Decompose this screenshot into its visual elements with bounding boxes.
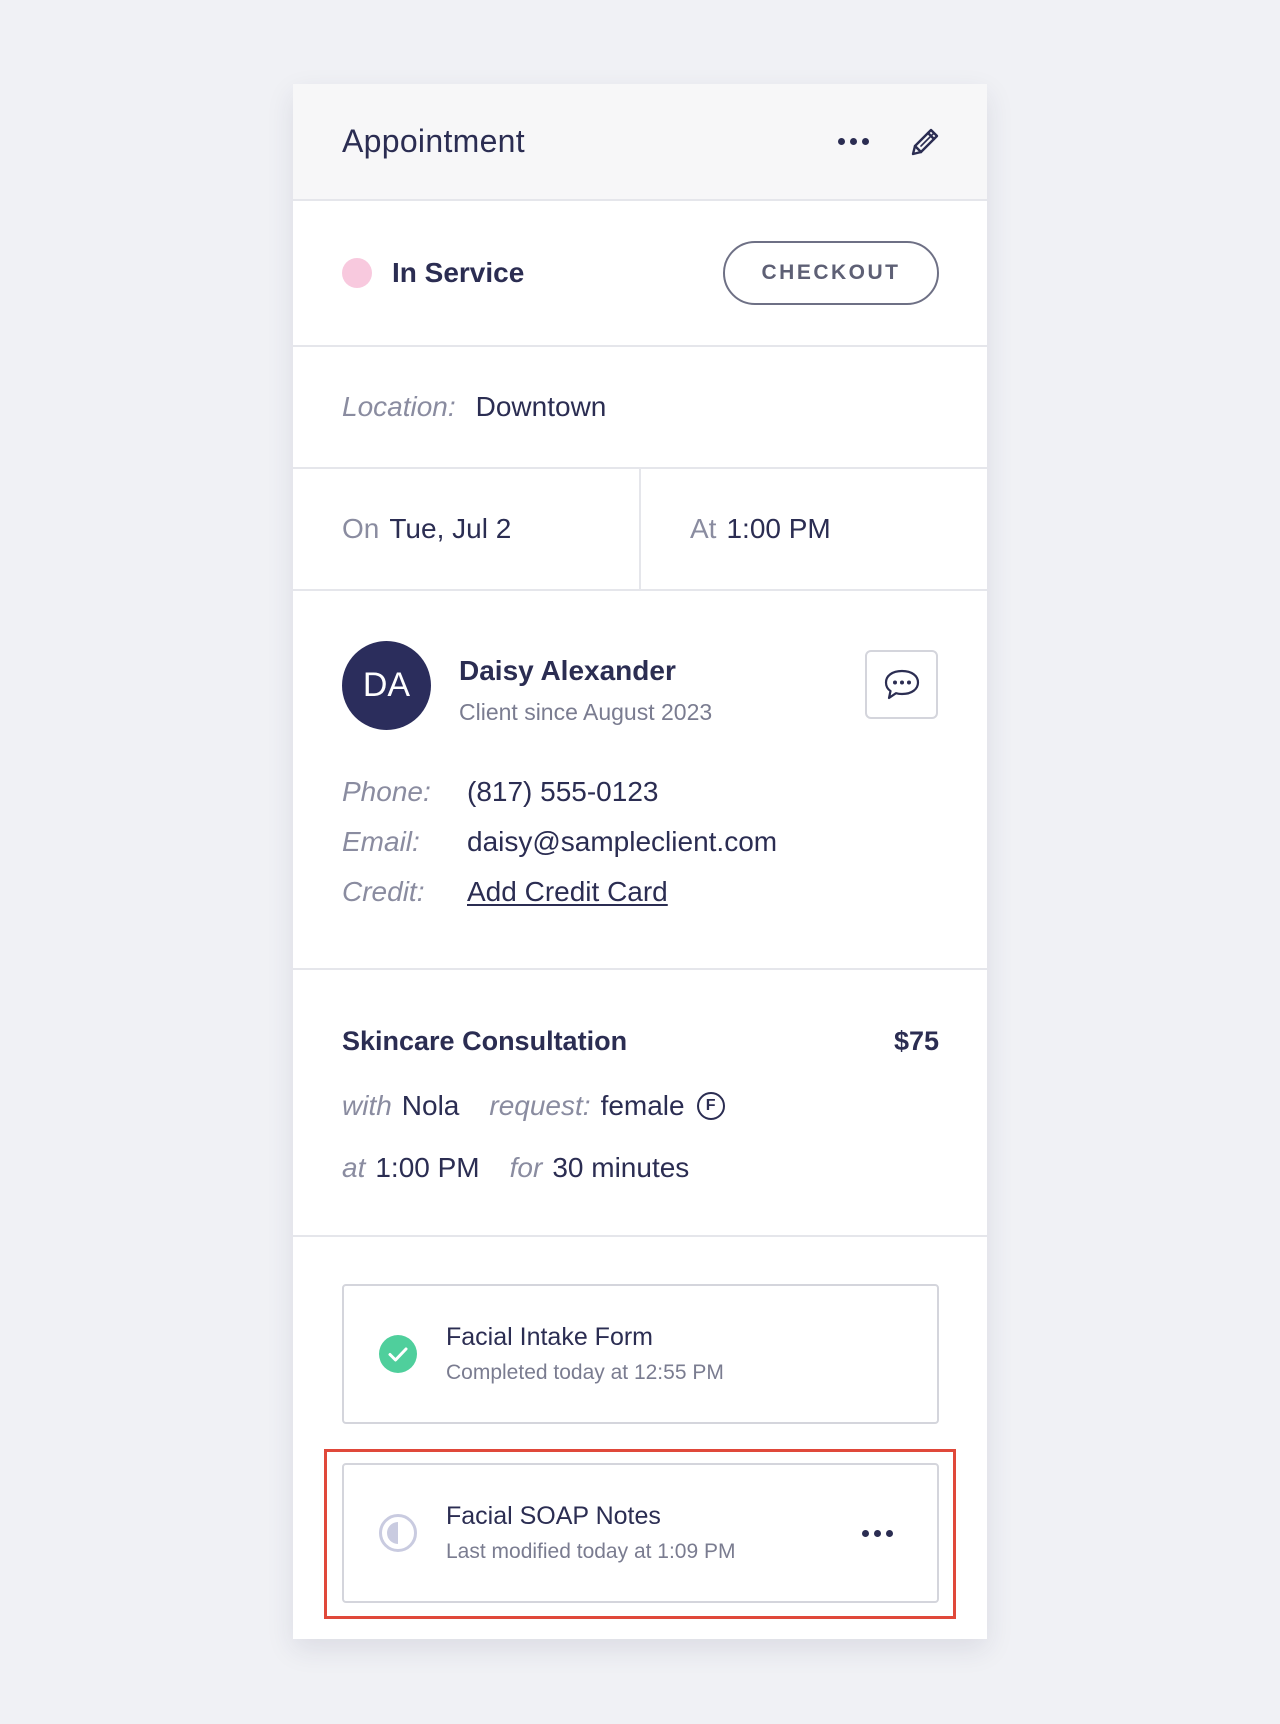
avatar[interactable]: DA — [342, 641, 431, 730]
chat-bubble-icon — [884, 669, 919, 699]
email-row: Email: daisy@sampleclient.com — [342, 826, 777, 858]
client-name[interactable]: Daisy Alexander — [459, 655, 676, 687]
time-cell[interactable]: At 1:00 PM — [639, 469, 987, 589]
provider-name: Nola — [401, 1090, 460, 1121]
appointment-card: Appointment In Service CHECKOUT Location… — [293, 84, 987, 1639]
date-value: Tue, Jul 2 — [389, 513, 512, 544]
form-subtitle: Completed today at 12:55 PM — [446, 1361, 724, 1384]
request-label: request: — [489, 1090, 591, 1121]
time-label: At — [690, 513, 717, 544]
time-value: 1:00 PM — [726, 513, 831, 544]
half-circle-icon — [379, 1514, 417, 1552]
email-value[interactable]: daisy@sampleclient.com — [467, 826, 777, 858]
date-label: On — [342, 513, 380, 544]
status-dot-icon — [342, 258, 372, 288]
form-more-options-button[interactable] — [857, 1513, 897, 1553]
location-label: Location: — [342, 391, 456, 422]
more-dots-icon — [837, 138, 869, 145]
check-circle-icon — [379, 1335, 417, 1373]
page-title: Appointment — [342, 123, 525, 159]
service-at-label: at — [342, 1152, 366, 1183]
more-options-button[interactable] — [833, 122, 873, 162]
service-time: 1:00 PM — [375, 1152, 480, 1183]
service-name: Skincare Consultation — [342, 1026, 628, 1056]
client-section: DA Daisy Alexander Client since August 2… — [293, 591, 987, 970]
service-time-line: at 1:00 PM for 30 minutes — [342, 1152, 689, 1184]
service-provider-line: with Nola request: female F — [342, 1090, 725, 1122]
service-section: Skincare Consultation $75 with Nola requ… — [293, 970, 987, 1237]
service-duration: 30 minutes — [552, 1152, 690, 1183]
message-button[interactable] — [865, 650, 938, 719]
appointment-header: Appointment — [293, 84, 987, 201]
checkout-button[interactable]: CHECKOUT — [723, 241, 939, 305]
form-subtitle: Last modified today at 1:09 PM — [446, 1540, 736, 1563]
status-label: In Service — [392, 257, 525, 288]
form-title: Facial SOAP Notes — [446, 1502, 661, 1530]
location-value: Downtown — [475, 391, 607, 422]
intake-form-item[interactable]: Facial Intake Form Completed today at 12… — [342, 1284, 939, 1424]
datetime-row: On Tue, Jul 2 At 1:00 PM — [293, 469, 987, 591]
credit-label: Credit: — [342, 876, 425, 907]
form-title: Facial Intake Form — [446, 1323, 654, 1351]
client-since: Client since August 2023 — [459, 699, 713, 725]
phone-row: Phone: (817) 555-0123 — [342, 776, 658, 808]
edit-button[interactable] — [905, 122, 945, 162]
pencil-icon — [911, 128, 939, 155]
email-label: Email: — [342, 826, 420, 857]
date-cell[interactable]: On Tue, Jul 2 — [293, 469, 639, 589]
phone-label: Phone: — [342, 776, 431, 807]
add-credit-card-link[interactable]: Add Credit Card — [467, 876, 668, 908]
duration-label: for — [509, 1152, 543, 1183]
request-value: female — [600, 1090, 685, 1121]
status-row: In Service CHECKOUT — [293, 201, 987, 347]
female-badge-icon: F — [696, 1092, 725, 1120]
service-price: $75 — [893, 1026, 939, 1056]
more-dots-icon — [861, 1529, 893, 1537]
soap-notes-item[interactable]: Facial SOAP Notes Last modified today at… — [342, 1463, 939, 1603]
location-row: Location: Downtown — [293, 347, 987, 469]
phone-value[interactable]: (817) 555-0123 — [467, 776, 658, 808]
credit-row: Credit: Add Credit Card — [342, 876, 668, 908]
with-label: with — [342, 1090, 392, 1121]
